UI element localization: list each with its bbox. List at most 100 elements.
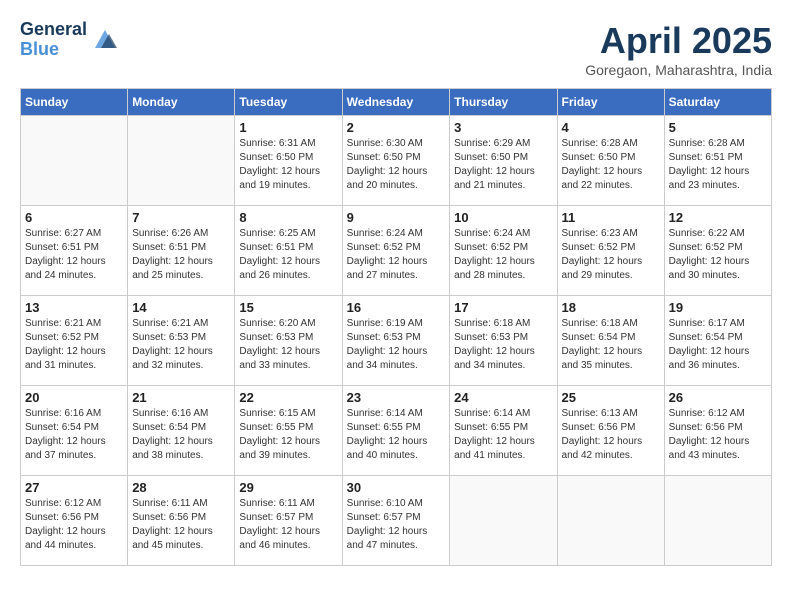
- calendar-header-wednesday: Wednesday: [342, 89, 450, 116]
- calendar-cell: 7Sunrise: 6:26 AMSunset: 6:51 PMDaylight…: [128, 206, 235, 296]
- calendar-cell: 15Sunrise: 6:20 AMSunset: 6:53 PMDayligh…: [235, 296, 342, 386]
- calendar-cell: 25 Sunrise: 6:13 AMSunset: 6:56 PMDayligh…: [557, 386, 664, 476]
- day-number: 14: [132, 300, 230, 315]
- day-number: 13: [25, 300, 123, 315]
- day-number: 28: [132, 480, 230, 495]
- calendar-cell: 18 Sunrise: 6:18 AMSunset: 6:54 PMDayligh…: [557, 296, 664, 386]
- cell-info: Sunrise: 6:23 AMSunset: 6:52 PMDaylight:…: [562, 227, 660, 283]
- calendar-cell: [664, 476, 771, 566]
- cell-info: Sunrise: 6:14 AMSunset: 6:55 PMDaylight:…: [454, 407, 552, 463]
- cell-info: Sunrise: 6:12 AMSunset: 6:56 PMDaylight:…: [669, 407, 767, 463]
- month-title: April 2025: [585, 20, 772, 62]
- title-block: April 2025 Goregaon, Maharashtra, India: [585, 20, 772, 78]
- calendar-cell: [21, 116, 128, 206]
- day-number: 16: [347, 300, 446, 315]
- cell-info: Sunrise: 6:28 AMSunset: 6:51 PMDaylight:…: [669, 137, 767, 193]
- day-number: 22: [239, 390, 337, 405]
- calendar-header-friday: Friday: [557, 89, 664, 116]
- calendar-cell: 17 Sunrise: 6:18 AMSunset: 6:53 PMDayligh…: [450, 296, 557, 386]
- calendar-cell: 8Sunrise: 6:25 AMSunset: 6:51 PMDaylight…: [235, 206, 342, 296]
- cell-info: Sunrise: 6:28 AMSunset: 6:50 PMDaylight:…: [562, 137, 660, 193]
- calendar-cell: 23 Sunrise: 6:14 AMSunset: 6:55 PMDayligh…: [342, 386, 450, 476]
- calendar-cell: 27 Sunrise: 6:12 AMSunset: 6:56 PMDayligh…: [21, 476, 128, 566]
- day-number: 27: [25, 480, 123, 495]
- calendar-cell: 22 Sunrise: 6:15 AMSunset: 6:55 PMDayligh…: [235, 386, 342, 476]
- day-number: 6: [25, 210, 123, 225]
- calendar-cell: 30 Sunrise: 6:10 AMSunset: 6:57 PMDayligh…: [342, 476, 450, 566]
- calendar-cell: 2Sunrise: 6:30 AMSunset: 6:50 PMDaylight…: [342, 116, 450, 206]
- cell-info: Sunrise: 6:16 AMSunset: 6:54 PMDaylight:…: [132, 407, 230, 463]
- cell-info: Sunrise: 6:30 AMSunset: 6:50 PMDaylight:…: [347, 137, 446, 193]
- day-number: 30: [347, 480, 446, 495]
- cell-info: Sunrise: 6:21 AMSunset: 6:53 PMDaylight:…: [132, 317, 230, 373]
- day-number: 15: [239, 300, 337, 315]
- calendar-cell: 13 Sunrise: 6:21 AMSunset: 6:52 PMDayligh…: [21, 296, 128, 386]
- calendar-week-3: 13 Sunrise: 6:21 AMSunset: 6:52 PMDayligh…: [21, 296, 772, 386]
- calendar-table: SundayMondayTuesdayWednesdayThursdayFrid…: [20, 88, 772, 566]
- cell-info: Sunrise: 6:18 AMSunset: 6:54 PMDaylight:…: [562, 317, 660, 373]
- cell-info: Sunrise: 6:22 AMSunset: 6:52 PMDaylight:…: [669, 227, 767, 283]
- day-number: 23: [347, 390, 446, 405]
- cell-info: Sunrise: 6:10 AMSunset: 6:57 PMDaylight:…: [347, 497, 446, 553]
- calendar-cell: 6 Sunrise: 6:27 AMSunset: 6:51 PMDaylight…: [21, 206, 128, 296]
- calendar-cell: 1 Sunrise: 6:31 AMSunset: 6:50 PMDaylight…: [235, 116, 342, 206]
- day-number: 10: [454, 210, 552, 225]
- cell-info: Sunrise: 6:31 AMSunset: 6:50 PMDaylight:…: [239, 137, 337, 193]
- cell-info: Sunrise: 6:13 AMSunset: 6:56 PMDaylight:…: [562, 407, 660, 463]
- calendar-cell: 29Sunrise: 6:11 AMSunset: 6:57 PMDayligh…: [235, 476, 342, 566]
- logo-icon: [91, 26, 119, 54]
- calendar-cell: 26 Sunrise: 6:12 AMSunset: 6:56 PMDayligh…: [664, 386, 771, 476]
- calendar-cell: 11 Sunrise: 6:23 AMSunset: 6:52 PMDayligh…: [557, 206, 664, 296]
- cell-info: Sunrise: 6:29 AMSunset: 6:50 PMDaylight:…: [454, 137, 552, 193]
- calendar-cell: 28 Sunrise: 6:11 AMSunset: 6:56 PMDayligh…: [128, 476, 235, 566]
- cell-info: Sunrise: 6:11 AMSunset: 6:57 PMDaylight:…: [239, 497, 337, 553]
- calendar-cell: 21 Sunrise: 6:16 AMSunset: 6:54 PMDayligh…: [128, 386, 235, 476]
- cell-info: Sunrise: 6:12 AMSunset: 6:56 PMDaylight:…: [25, 497, 123, 553]
- cell-info: Sunrise: 6:25 AMSunset: 6:51 PMDaylight:…: [239, 227, 337, 283]
- day-number: 9: [347, 210, 446, 225]
- day-number: 26: [669, 390, 767, 405]
- calendar-cell: 9Sunrise: 6:24 AMSunset: 6:52 PMDaylight…: [342, 206, 450, 296]
- calendar-cell: 4 Sunrise: 6:28 AMSunset: 6:50 PMDaylight…: [557, 116, 664, 206]
- cell-info: Sunrise: 6:27 AMSunset: 6:51 PMDaylight:…: [25, 227, 123, 283]
- calendar-cell: 12 Sunrise: 6:22 AMSunset: 6:52 PMDayligh…: [664, 206, 771, 296]
- calendar-cell: [128, 116, 235, 206]
- day-number: 18: [562, 300, 660, 315]
- day-number: 5: [669, 120, 767, 135]
- cell-info: Sunrise: 6:19 AMSunset: 6:53 PMDaylight:…: [347, 317, 446, 373]
- day-number: 1: [239, 120, 337, 135]
- day-number: 20: [25, 390, 123, 405]
- day-number: 25: [562, 390, 660, 405]
- cell-info: Sunrise: 6:11 AMSunset: 6:56 PMDaylight:…: [132, 497, 230, 553]
- logo-text: GeneralBlue: [20, 20, 87, 60]
- cell-info: Sunrise: 6:24 AMSunset: 6:52 PMDaylight:…: [454, 227, 552, 283]
- calendar-cell: 5 Sunrise: 6:28 AMSunset: 6:51 PMDaylight…: [664, 116, 771, 206]
- cell-info: Sunrise: 6:21 AMSunset: 6:52 PMDaylight:…: [25, 317, 123, 373]
- day-number: 4: [562, 120, 660, 135]
- calendar-cell: [450, 476, 557, 566]
- cell-info: Sunrise: 6:18 AMSunset: 6:53 PMDaylight:…: [454, 317, 552, 373]
- calendar-cell: 14 Sunrise: 6:21 AMSunset: 6:53 PMDayligh…: [128, 296, 235, 386]
- cell-info: Sunrise: 6:15 AMSunset: 6:55 PMDaylight:…: [239, 407, 337, 463]
- calendar-header-tuesday: Tuesday: [235, 89, 342, 116]
- calendar-cell: 20Sunrise: 6:16 AMSunset: 6:54 PMDayligh…: [21, 386, 128, 476]
- calendar-week-5: 27 Sunrise: 6:12 AMSunset: 6:56 PMDayligh…: [21, 476, 772, 566]
- page-header: GeneralBlue April 2025 Goregaon, Maharas…: [20, 20, 772, 78]
- day-number: 21: [132, 390, 230, 405]
- calendar-week-2: 6 Sunrise: 6:27 AMSunset: 6:51 PMDaylight…: [21, 206, 772, 296]
- day-number: 3: [454, 120, 552, 135]
- calendar-cell: [557, 476, 664, 566]
- calendar-week-4: 20 Sunrise: 6:16 AMSunset: 6:54 PMDayligh…: [21, 386, 772, 476]
- cell-info: Sunrise: 6:14 AMSunset: 6:55 PMDaylight:…: [347, 407, 446, 463]
- day-number: 11: [562, 210, 660, 225]
- cell-info: Sunrise: 6:17 AMSunset: 6:54 PMDaylight:…: [669, 317, 767, 373]
- calendar-header-thursday: Thursday: [450, 89, 557, 116]
- calendar-header-monday: Monday: [128, 89, 235, 116]
- calendar-cell: 3 Sunrise: 6:29 AMSunset: 6:50 PMDaylight…: [450, 116, 557, 206]
- day-number: 24: [454, 390, 552, 405]
- day-number: 12: [669, 210, 767, 225]
- logo-blue-text: Blue: [20, 39, 59, 59]
- day-number: 7: [132, 210, 230, 225]
- calendar-cell: 16 Sunrise: 6:19 AMSunset: 6:53 PMDayligh…: [342, 296, 450, 386]
- day-number: 17: [454, 300, 552, 315]
